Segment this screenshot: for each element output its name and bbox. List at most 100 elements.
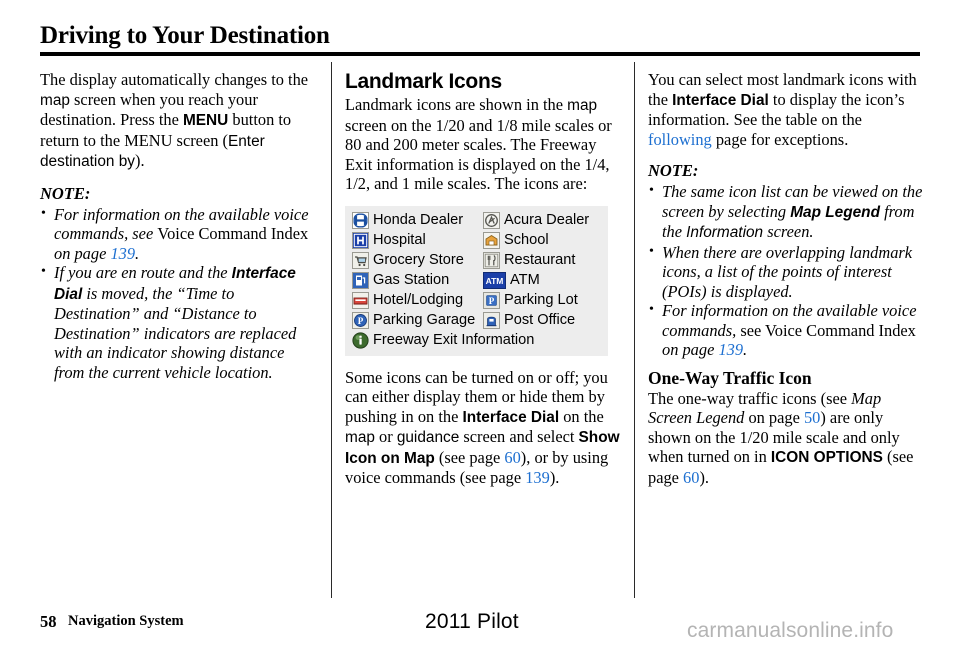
one-way-t1: The one-way traffic icons (see [648,388,852,408]
left-note-1-i2: on page [54,243,111,263]
middle-outro-paragraph: Some icons can be turned on or off; you … [345,368,622,488]
voice-command-index-term: see Voice Command Index [740,320,916,340]
landmark-label: Grocery Store [373,252,464,268]
right-note-item-2: When there are overlapping landmark icon… [648,242,926,302]
manual-page: Driving to Your Destination The display … [0,0,960,655]
honda-dealer-icon [352,211,369,229]
landmark-label: Hospital [373,232,426,248]
acura-dealer-icon [483,211,500,229]
information-term: Information [686,224,764,241]
left-note-label: NOTE: [40,183,91,203]
column-left: The display automatically changes to the… [40,70,312,382]
landmark-icon-table: Honda Dealer Acura Dealer Hospital Schoo… [345,205,608,356]
atm-icon: ATM [483,271,506,289]
right-intro-t3: page for exceptions. [711,129,849,149]
left-note-2-i2: is moved, the “Time to Destination” and … [54,283,297,382]
landmark-entry-school: School [483,231,601,249]
footer-model-name: 2011 Pilot [425,610,519,633]
column-divider-2 [634,62,635,598]
page-reference-60[interactable]: 60 [504,448,520,467]
landmark-entry-acura-dealer: Acura Dealer [483,211,601,229]
landmark-label: Freeway Exit Information [373,332,535,348]
middle-intro-t1: Landmark icons are shown in the [345,95,568,114]
header-rule [40,52,920,56]
following-page-link[interactable]: following [648,130,712,149]
parking-garage-icon: P [352,311,369,329]
right-note-label: NOTE: [648,161,699,180]
left-note-2-i1: If you are en route and the [54,263,232,282]
landmark-label: Gas Station [373,272,450,288]
left-note-1-i3: . [135,243,140,263]
page-reference-139[interactable]: 139 [525,468,550,487]
svg-text:P: P [358,316,364,326]
left-intro-t1: The display automatically changes to the [40,70,309,89]
landmark-label: Honda Dealer [373,212,464,228]
landmark-entry-hospital: Hospital [352,231,483,249]
column-middle: Landmark Icons Landmark icons are shown … [345,70,622,500]
landmark-label: Parking Lot [504,292,578,308]
landmark-label: Parking Garage [373,312,476,328]
left-note-item-1: For information on the available voice c… [40,204,312,264]
svg-text:ATM: ATM [486,276,504,286]
left-intro-paragraph: The display automatically changes to the… [40,70,312,172]
landmark-entry-post-office: Post Office [483,311,601,329]
landmark-label: ATM [510,272,540,288]
gas-station-icon [352,271,369,289]
menu-button-term: MENU [182,112,229,129]
map-term: map [345,429,375,446]
right-note-list: The same icon list can be viewed on the … [648,181,926,360]
freeway-exit-information-icon [352,331,369,349]
school-icon [483,231,500,249]
landmark-label: Hotel/Lodging [373,292,464,308]
page-reference-50[interactable]: 50 [804,408,820,427]
right-intro-paragraph: You can select most landmark icons with … [648,70,926,149]
map-legend-term: Map Legend [790,203,880,221]
middle-outro-t7: ). [549,468,560,487]
landmark-label: Acura Dealer [504,212,590,228]
landmark-icon-grid: Honda Dealer Acura Dealer Hospital Schoo… [352,211,601,349]
landmark-entry-gas-station: Gas Station [352,271,483,289]
column-right: You can select most landmark icons with … [648,70,926,499]
left-note-list: For information on the available voice c… [40,204,312,383]
footer-section-name: Navigation System [68,613,184,629]
landmark-entry-atm: ATM ATM [483,271,601,289]
one-way-t2: on page [744,408,804,427]
one-way-traffic-paragraph: The one-way traffic icons (see Map Scree… [648,389,926,488]
grocery-store-icon [352,251,369,269]
map-term: map [567,97,598,114]
middle-intro-t2: screen on the 1/20 and 1/8 mile scales o… [345,115,612,194]
right-note-3-i3: . [743,340,748,359]
middle-intro-paragraph: Landmark icons are shown in the map scre… [345,95,622,194]
page-reference-139[interactable]: 139 [110,244,135,263]
right-note-item-3: For information on the available voice c… [648,300,926,360]
watermark: carmanualsonline.info [687,619,894,642]
page-reference-139[interactable]: 139 [718,340,743,359]
landmark-entry-parking-lot: P Parking Lot [483,291,601,309]
landmark-entry-freeway-exit-information: Freeway Exit Information [352,331,601,349]
left-intro-t4: ). [134,151,145,170]
right-note-1-i3: screen. [763,222,814,241]
landmark-label: Restaurant [504,252,576,268]
hotel-lodging-icon [352,291,369,309]
page-title: Driving to Your Destination [40,22,330,49]
middle-outro-t5: (see page [434,447,505,467]
svg-text:P: P [489,296,495,306]
middle-outro-t3: or [374,427,397,446]
hospital-icon [352,231,369,249]
right-note-2-i1: When there are overlapping landmark icon… [662,242,913,301]
landmark-entry-hotel-lodging: Hotel/Lodging [352,291,483,309]
interface-dial-term: Interface Dial [672,91,769,109]
column-divider-1 [331,62,332,598]
landmark-label: School [504,232,549,248]
icon-options-term: ICON OPTIONS [770,449,883,466]
landmark-label: Post Office [504,312,576,328]
middle-outro-t4: screen and select [459,427,579,446]
guidance-term: guidance [396,429,460,446]
one-way-t5: ). [699,467,709,487]
interface-dial-term: Interface Dial [462,408,560,426]
restaurant-icon [483,251,500,269]
page-reference-60[interactable]: 60 [683,468,699,487]
map-term: map [40,91,70,109]
landmark-icons-heading: Landmark Icons [345,70,502,93]
landmark-entry-honda-dealer: Honda Dealer [352,211,483,229]
